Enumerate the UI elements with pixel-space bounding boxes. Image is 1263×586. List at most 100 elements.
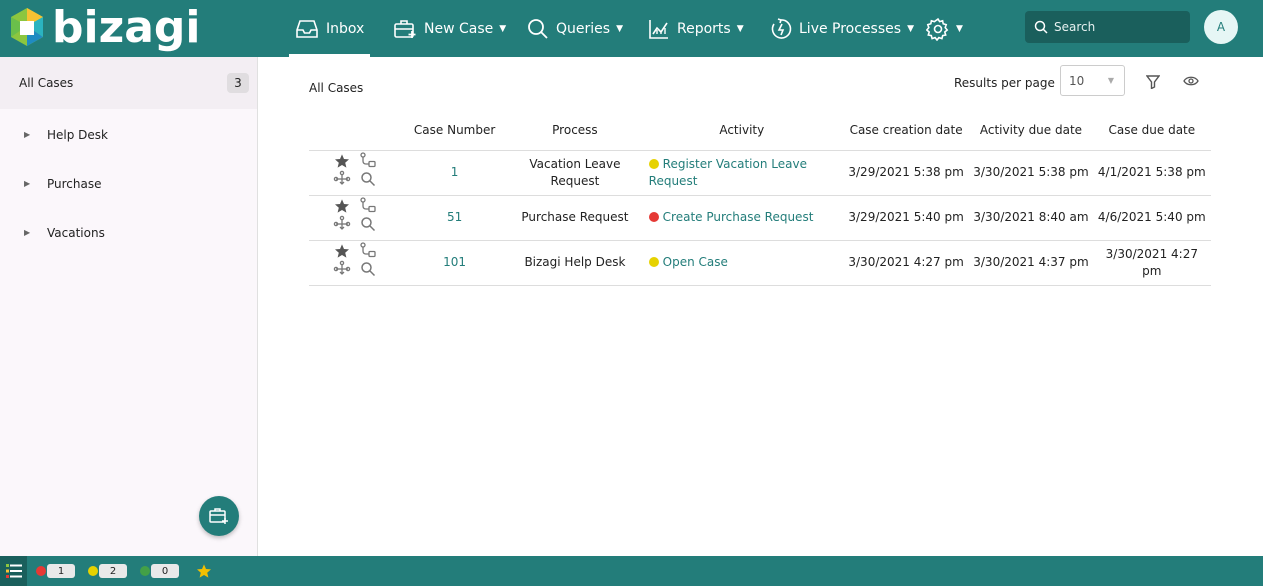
sidebar-item-label: All Cases xyxy=(19,76,74,90)
creation-date-cell: 3/30/2021 4:27 pm xyxy=(842,240,970,286)
case-number-link[interactable]: 1 xyxy=(400,150,510,196)
process-cell: Purchase Request xyxy=(509,195,641,241)
actions-column-header xyxy=(309,110,400,151)
bizagi-logo-icon xyxy=(11,8,43,46)
activity-due-cell: 3/30/2021 4:37 pm xyxy=(969,240,1093,286)
sidebar-item-label: Help Desk xyxy=(47,127,108,142)
view-details-button[interactable] xyxy=(360,171,376,192)
process-header[interactable]: Process xyxy=(509,110,641,151)
hierarchy-button[interactable] xyxy=(333,215,351,238)
caret-right-icon: ▶ xyxy=(24,179,31,188)
table-header-row: Case Number Process Activity Case creati… xyxy=(309,110,1211,151)
red-status-dot xyxy=(36,566,46,576)
results-per-page-select[interactable]: 10 ▼ xyxy=(1060,65,1125,96)
favorites-button[interactable] xyxy=(196,563,212,579)
search-icon xyxy=(528,18,548,39)
overdue-indicator[interactable]: 1 xyxy=(36,564,75,578)
case-number-header[interactable]: Case Number xyxy=(400,110,510,151)
sidebar-item-label: Vacations xyxy=(47,225,105,240)
sidebar-item-help-desk[interactable]: ▶ Help Desk xyxy=(0,110,257,159)
nav-live-processes[interactable]: Live Processes ▼ xyxy=(770,0,914,57)
chevron-down-icon: ▼ xyxy=(736,23,744,34)
creation-date-cell: 3/29/2021 5:38 pm xyxy=(842,150,970,196)
table-row[interactable]: 101 Bizagi Help Desk Open Case 3/30/2021… xyxy=(309,240,1211,286)
status-footer: 1 2 0 xyxy=(0,556,1263,586)
star-icon xyxy=(334,154,349,168)
activity-link[interactable]: Open Case xyxy=(663,255,728,269)
activity-cell[interactable]: Create Purchase Request xyxy=(640,195,843,241)
top-navigation-bar: bizagi Inbox New Case ▼ Queries ▼ Report… xyxy=(0,0,1263,57)
case-due-cell: 4/6/2021 5:40 pm xyxy=(1092,195,1211,241)
green-status-dot xyxy=(140,566,150,576)
main-content: All Cases Results per page 10 ▼ Case Num… xyxy=(259,57,1263,556)
case-number-link[interactable]: 51 xyxy=(400,195,510,241)
activity-link[interactable]: Create Purchase Request xyxy=(663,210,814,224)
inbox-icon xyxy=(296,19,318,38)
magnifier-icon xyxy=(360,172,375,187)
table-row[interactable]: 1 Vacation Leave Request Register Vacati… xyxy=(309,150,1211,196)
cases-table: Case Number Process Activity Case creati… xyxy=(309,110,1211,286)
process-cell: Bizagi Help Desk xyxy=(509,240,641,286)
overdue-count: 1 xyxy=(47,564,75,578)
status-dot xyxy=(648,257,659,267)
hierarchy-button[interactable] xyxy=(333,170,351,193)
live-processes-icon xyxy=(771,17,792,39)
brand-name: bizagi xyxy=(52,2,201,53)
view-button[interactable] xyxy=(1183,75,1199,90)
due-soon-indicator[interactable]: 2 xyxy=(88,564,127,578)
sidebar-item-all-cases[interactable]: All Cases 3 xyxy=(0,57,257,109)
user-avatar[interactable]: A xyxy=(1204,10,1238,44)
sidebar: All Cases 3 ▶ Help Desk ▶ Purchase ▶ Vac… xyxy=(0,57,258,556)
nav-inbox[interactable]: Inbox xyxy=(289,0,371,57)
activity-due-cell: 3/30/2021 8:40 am xyxy=(969,195,1093,241)
sidebar-item-vacations[interactable]: ▶ Vacations xyxy=(0,208,257,257)
yellow-status-dot xyxy=(88,566,98,576)
process-cell: Vacation Leave Request xyxy=(509,150,641,196)
caret-right-icon: ▶ xyxy=(24,228,31,237)
case-number-link[interactable]: 101 xyxy=(400,240,510,286)
activity-cell[interactable]: Register Vacation Leave Request xyxy=(640,150,843,196)
case-due-header[interactable]: Case due date xyxy=(1092,110,1211,151)
page-title: All Cases xyxy=(309,81,364,95)
nav-live-processes-label: Live Processes xyxy=(799,20,902,37)
menu-icon xyxy=(5,564,22,578)
new-case-fab-button[interactable] xyxy=(199,496,239,536)
activity-due-header[interactable]: Activity due date xyxy=(969,110,1093,151)
view-details-button[interactable] xyxy=(360,216,376,237)
chevron-down-icon: ▼ xyxy=(956,23,963,34)
reports-icon xyxy=(649,19,668,39)
nav-new-case[interactable]: New Case ▼ xyxy=(393,0,506,57)
chevron-down-icon: ▼ xyxy=(616,23,623,34)
caret-right-icon: ▶ xyxy=(24,130,31,139)
nav-reports[interactable]: Reports ▼ xyxy=(648,0,744,57)
workflow-icon xyxy=(359,197,376,213)
activity-header[interactable]: Activity xyxy=(640,110,843,151)
sidebar-item-purchase[interactable]: ▶ Purchase xyxy=(0,159,257,208)
search-input[interactable] xyxy=(1054,20,1179,34)
hierarchy-icon xyxy=(333,170,350,185)
activity-cell[interactable]: Open Case xyxy=(640,240,843,286)
star-icon xyxy=(197,564,211,578)
status-dot xyxy=(648,158,659,169)
hierarchy-button[interactable] xyxy=(333,260,351,283)
filter-button[interactable] xyxy=(1145,75,1161,92)
eye-icon xyxy=(1183,76,1199,86)
results-per-page-label: Results per page xyxy=(954,76,1055,90)
creation-date-cell: 3/29/2021 5:40 pm xyxy=(842,195,970,241)
bizagi-logo[interactable]: bizagi xyxy=(8,3,200,53)
activity-link[interactable]: Register Vacation Leave Request xyxy=(649,157,807,188)
nav-queries[interactable]: Queries ▼ xyxy=(527,0,623,57)
view-details-button[interactable] xyxy=(360,261,376,282)
creation-date-header[interactable]: Case creation date xyxy=(842,110,970,151)
activity-due-cell: 3/30/2021 5:38 pm xyxy=(969,150,1093,196)
menu-button[interactable] xyxy=(0,556,27,586)
table-row[interactable]: 51 Purchase Request Create Purchase Requ… xyxy=(309,195,1211,241)
search-box[interactable] xyxy=(1025,11,1190,43)
count-badge: 3 xyxy=(227,73,249,93)
star-icon xyxy=(334,244,349,258)
new-case-icon xyxy=(394,19,416,38)
on-time-indicator[interactable]: 0 xyxy=(140,564,179,578)
magnifier-icon xyxy=(360,217,375,232)
row-actions xyxy=(309,195,400,241)
nav-settings[interactable]: ▼ xyxy=(926,0,963,57)
